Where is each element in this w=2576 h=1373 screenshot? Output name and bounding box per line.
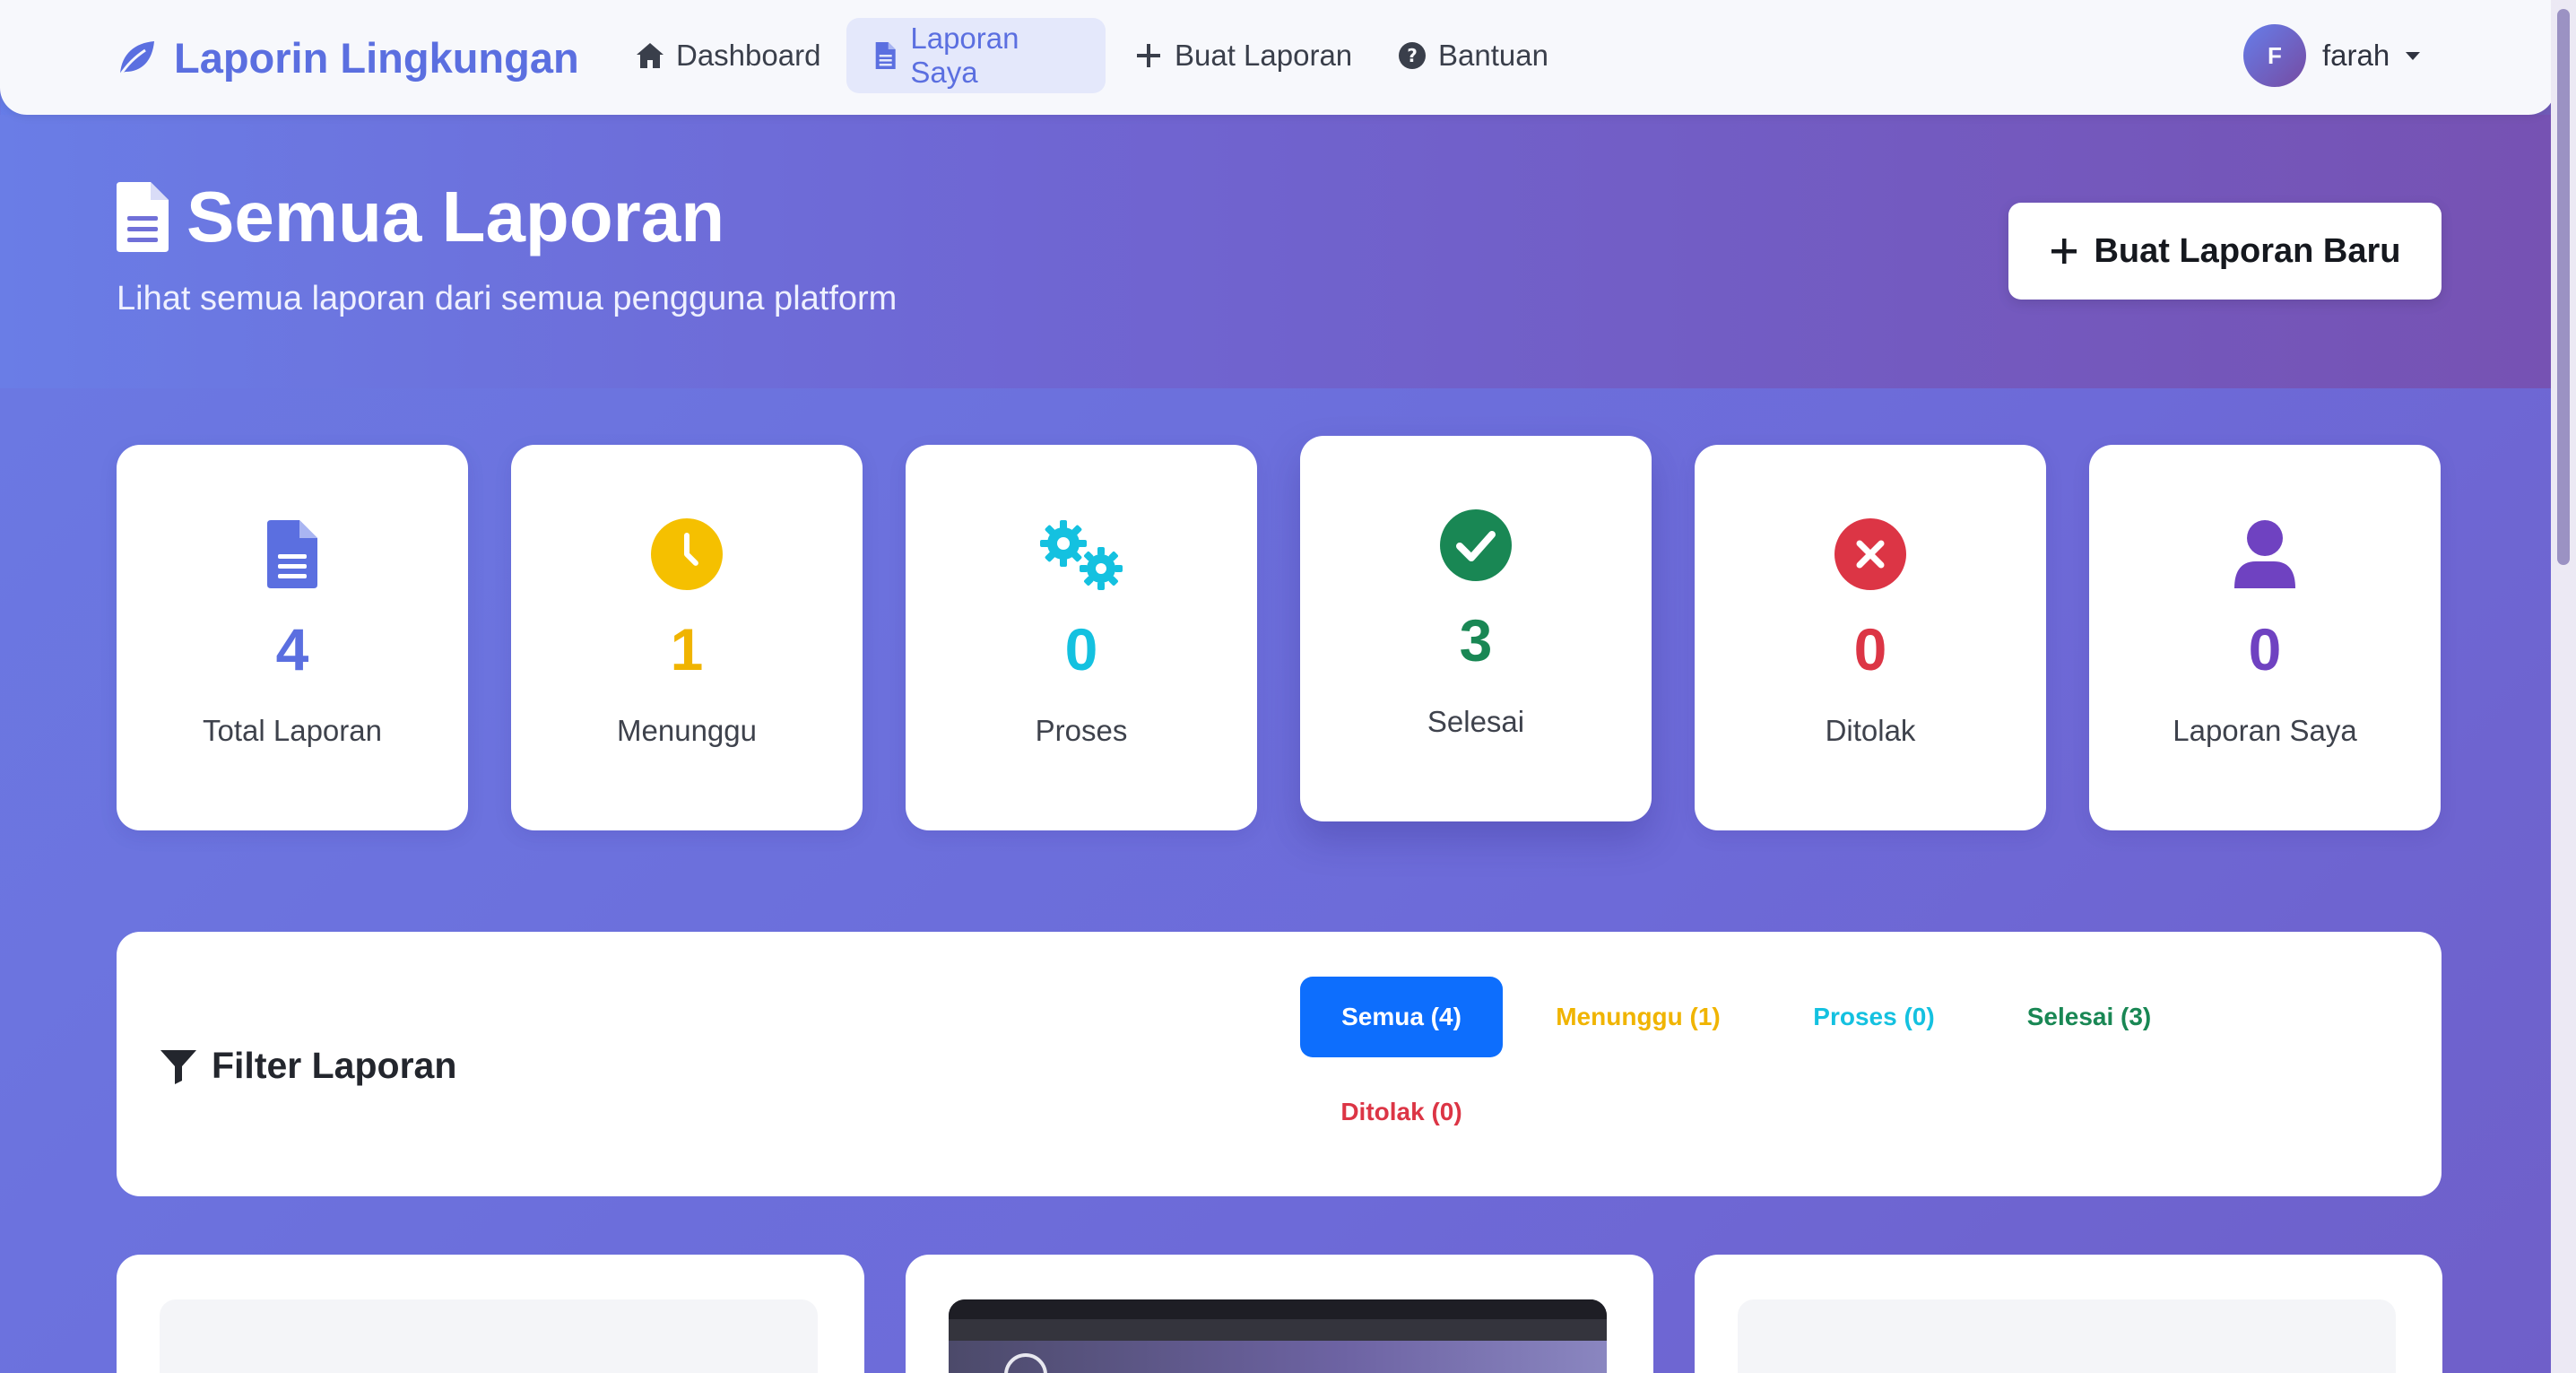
file-icon (267, 520, 317, 588)
report-image (949, 1299, 1607, 1373)
page-title: Semua Laporan (115, 176, 724, 258)
filter-title: Filter Laporan (160, 1045, 456, 1087)
filter-ditolak-button[interactable]: Ditolak (0) (1300, 1072, 1503, 1152)
file-icon (117, 182, 169, 252)
question-circle-icon: ? (1399, 42, 1426, 69)
stat-card-laporan-saya: 0 Laporan Saya (2089, 445, 2441, 830)
stat-card-ditolak: 0 Ditolak (1695, 445, 2046, 830)
clock-icon (651, 518, 723, 590)
nav-buat-laporan[interactable]: Buat Laporan (1108, 18, 1377, 93)
leaf-icon (118, 41, 154, 76)
stat-value-ditolak: 0 (1853, 616, 1887, 682)
nav-laporan-saya-label: Laporan Saya (910, 22, 1019, 89)
check-circle-icon (1440, 509, 1512, 581)
stat-label-selesai: Selesai (1427, 705, 1525, 738)
nav-buat-laporan-label: Buat Laporan (1175, 39, 1353, 72)
filter-icon (160, 1049, 196, 1084)
nav-bantuan-label: Bantuan (1438, 39, 1548, 72)
stat-label-ditolak: Ditolak (1825, 714, 1916, 747)
scrollbar-thumb[interactable] (2557, 9, 2570, 565)
new-report-button[interactable]: Buat Laporan Baru (2008, 203, 2442, 300)
stat-label-menunggu: Menunggu (617, 714, 757, 747)
stat-card-menunggu: 1 Menunggu (511, 445, 863, 830)
plus-icon (1137, 44, 1160, 67)
filter-proses-button[interactable]: Proses (0) (1775, 977, 1973, 1057)
filter-menunggu-button[interactable]: Menunggu (1) (1521, 977, 1756, 1057)
caret-down-icon (2406, 51, 2421, 60)
plus-icon (2051, 239, 2077, 264)
top-navbar: Laporin Lingkungan Dashboard Laporan Say… (0, 0, 2555, 115)
user-name: farah (2322, 39, 2390, 72)
nav-bantuan[interactable]: ? Bantuan (1372, 18, 1574, 93)
user-icon (2234, 520, 2295, 588)
report-card[interactable] (117, 1255, 864, 1373)
stat-label-total: Total Laporan (203, 714, 382, 747)
avatar: F (2243, 24, 2306, 87)
gears-icon (1040, 520, 1123, 590)
nav-dashboard-label: Dashboard (676, 39, 821, 72)
stat-value-proses: 0 (1064, 616, 1098, 682)
report-image-placeholder (160, 1299, 818, 1373)
stat-label-laporan-saya: Laporan Saya (2173, 714, 2357, 747)
stat-value-menunggu: 1 (670, 616, 704, 682)
stat-card-proses: 0 Proses (906, 445, 1257, 830)
home-icon (637, 43, 664, 68)
file-icon (875, 42, 896, 69)
stat-value-laporan-saya: 0 (2248, 616, 2282, 682)
filter-semua-button[interactable]: Semua (4) (1300, 977, 1503, 1057)
brand-name: Laporin Lingkungan (174, 33, 579, 82)
stat-value-total: 4 (275, 616, 309, 682)
x-circle-icon (1834, 518, 1906, 590)
user-menu[interactable]: F farah (2243, 23, 2421, 88)
report-image-placeholder (1738, 1299, 2396, 1373)
nav-laporan-saya[interactable]: Laporan Saya (846, 18, 1106, 93)
filter-card: Filter Laporan Semua (4) Menunggu (1) Pr… (117, 932, 2442, 1196)
report-card[interactable] (906, 1255, 1653, 1373)
page-subtitle: Lihat semua laporan dari semua pengguna … (117, 280, 898, 317)
filter-title-text: Filter Laporan (212, 1045, 457, 1086)
new-report-label: Buat Laporan Baru (2094, 231, 2401, 270)
nav-dashboard[interactable]: Dashboard (610, 18, 846, 93)
stat-card-total: 4 Total Laporan (117, 445, 468, 830)
filter-selesai-button[interactable]: Selesai (3) (1991, 977, 2188, 1057)
report-card[interactable] (1695, 1255, 2442, 1373)
brand-logo[interactable]: Laporin Lingkungan (113, 27, 579, 88)
page-title-text: Semua Laporan (186, 177, 725, 256)
stat-card-selesai: 3 Selesai (1300, 436, 1652, 821)
stat-value-selesai: 3 (1459, 607, 1493, 673)
stat-label-proses: Proses (1035, 714, 1128, 747)
svg-text:?: ? (1407, 45, 1418, 66)
